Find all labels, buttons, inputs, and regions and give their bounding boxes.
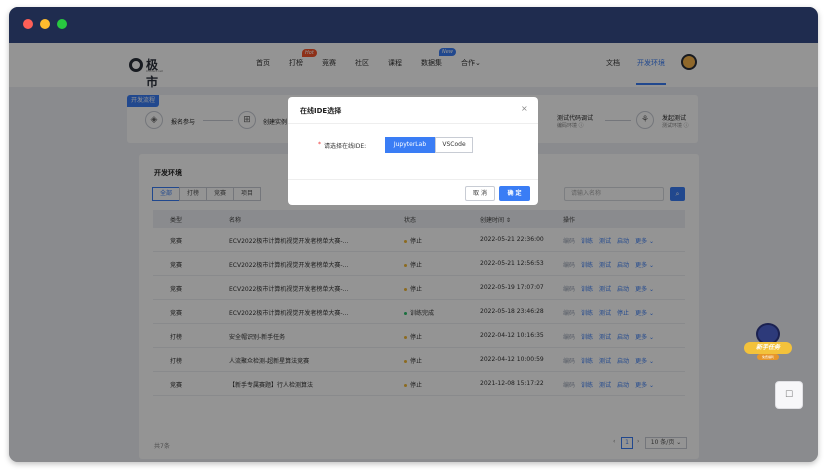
ide-field-label: 请选择在线IDE:	[324, 143, 367, 150]
message-icon[interactable]: ☐	[775, 381, 803, 409]
ide-select-modal: 在线IDE选择 × * 请选择在线IDE: JupyterLab VSCode …	[288, 97, 538, 205]
maximize-window-button[interactable]	[57, 19, 67, 29]
app-window: 极市 CVMart.net 首页 打榜 Hot 竞赛 社区 课程 数据集 New…	[9, 7, 818, 462]
required-mark: *	[318, 141, 321, 148]
title-bar	[9, 7, 818, 43]
newbie-task-label: 新手任务	[744, 342, 792, 354]
confirm-button[interactable]: 确 定	[499, 186, 530, 201]
close-icon[interactable]: ×	[521, 104, 528, 113]
newbie-task-widget[interactable]: 新手任务 免费福利	[744, 323, 792, 365]
ide-option-vscode[interactable]: VSCode	[435, 137, 473, 153]
close-window-button[interactable]	[23, 19, 33, 29]
cancel-button[interactable]: 取 消	[465, 186, 495, 201]
modal-divider	[288, 179, 538, 180]
newbie-task-sub: 免费福利	[757, 354, 779, 360]
minimize-window-button[interactable]	[40, 19, 50, 29]
page: 极市 CVMart.net 首页 打榜 Hot 竞赛 社区 课程 数据集 New…	[9, 43, 818, 462]
modal-title: 在线IDE选择	[300, 107, 342, 115]
modal-divider	[288, 123, 538, 124]
ide-option-jupyterlab[interactable]: JupyterLab	[385, 137, 435, 153]
